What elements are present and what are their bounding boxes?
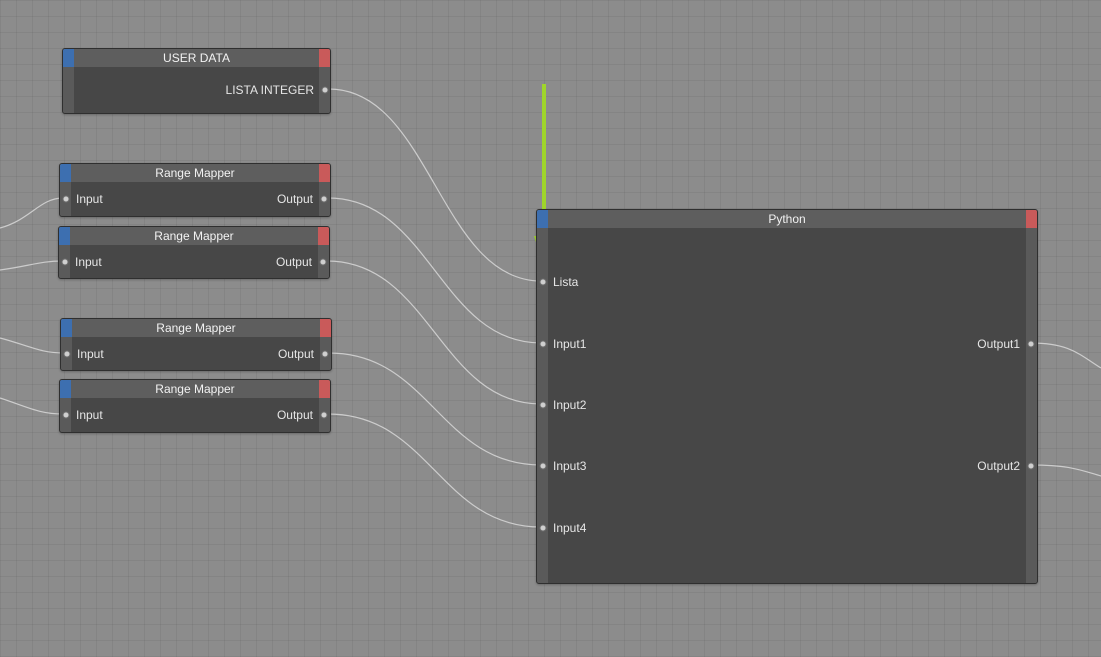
- node-title: Python: [768, 212, 806, 226]
- wire-input3[interactable]: [328, 352, 542, 466]
- input-port-column: [63, 67, 74, 113]
- output-label-output1: Output1: [977, 337, 1020, 351]
- node-title: USER DATA: [163, 51, 230, 65]
- input-tab[interactable]: [60, 164, 71, 182]
- range-mapper-header[interactable]: Range Mapper: [61, 319, 331, 337]
- wire-output2[interactable]: [1030, 464, 1101, 477]
- node-title: Range Mapper: [155, 166, 235, 180]
- range-mapper-node[interactable]: Range Mapper Input Output: [59, 163, 331, 217]
- input-label-input4: Input4: [553, 521, 587, 535]
- wire-range1-in[interactable]: [0, 197, 64, 229]
- wire-lista[interactable]: [328, 88, 542, 282]
- python-node[interactable]: Python Lista Input1 Input2 Input3 Input4…: [536, 209, 1038, 584]
- input-port-input3[interactable]: [539, 462, 547, 470]
- output-tab[interactable]: [319, 49, 330, 67]
- range-mapper-node[interactable]: Range Mapper Input Output: [60, 318, 332, 371]
- input-port-input4[interactable]: [539, 524, 547, 532]
- range-mapper-node[interactable]: Range Mapper Input Output: [59, 379, 331, 433]
- output-tab[interactable]: [320, 319, 331, 337]
- output-port[interactable]: [320, 411, 328, 419]
- input-label-lista: Lista: [553, 275, 579, 289]
- output-port[interactable]: [319, 258, 327, 266]
- wire-output1[interactable]: [1030, 342, 1101, 369]
- wire-range2-in[interactable]: [0, 260, 64, 271]
- input-port-input2[interactable]: [539, 401, 547, 409]
- output-port-label: Output: [277, 347, 314, 361]
- node-title: Range Mapper: [154, 229, 234, 243]
- output-port[interactable]: [321, 86, 329, 94]
- input-port[interactable]: [61, 258, 69, 266]
- input-port[interactable]: [62, 195, 70, 203]
- output-label-output2: Output2: [977, 459, 1020, 473]
- node-title: Range Mapper: [156, 321, 236, 335]
- python-header[interactable]: Python: [537, 210, 1037, 228]
- input-port[interactable]: [62, 411, 70, 419]
- node-title: Range Mapper: [155, 382, 235, 396]
- output-tab[interactable]: [319, 164, 330, 182]
- input-tab[interactable]: [537, 210, 548, 228]
- input-tab[interactable]: [61, 319, 72, 337]
- input-port-input1[interactable]: [539, 340, 547, 348]
- input-tab[interactable]: [60, 380, 71, 398]
- output-port-label: Output: [276, 408, 313, 422]
- range-mapper-header[interactable]: Range Mapper: [59, 227, 329, 245]
- input-label-input1: Input1: [553, 337, 587, 351]
- output-port-output1[interactable]: [1027, 340, 1035, 348]
- input-port-lista[interactable]: [539, 278, 547, 286]
- input-tab[interactable]: [59, 227, 70, 245]
- output-port-column: [1026, 228, 1037, 583]
- wire-range4-in[interactable]: [0, 397, 64, 415]
- output-port-output2[interactable]: [1027, 462, 1035, 470]
- wire-input1[interactable]: [327, 197, 542, 344]
- user-data-node[interactable]: USER DATA LISTA INTEGER: [62, 48, 331, 114]
- output-port-label: Output: [275, 255, 312, 269]
- output-tab[interactable]: [1026, 210, 1037, 228]
- input-port-label: Input: [76, 408, 103, 422]
- output-port-label: LISTA INTEGER: [225, 83, 314, 97]
- input-port-label: Input: [75, 255, 102, 269]
- output-port[interactable]: [320, 195, 328, 203]
- user-data-header[interactable]: USER DATA: [63, 49, 330, 67]
- range-mapper-header[interactable]: Range Mapper: [60, 164, 330, 182]
- input-label-input2: Input2: [553, 398, 587, 412]
- input-port-label: Input: [77, 347, 104, 361]
- input-label-input3: Input3: [553, 459, 587, 473]
- output-tab[interactable]: [318, 227, 329, 245]
- output-tab[interactable]: [319, 380, 330, 398]
- wire-range3-in[interactable]: [0, 337, 65, 354]
- input-port-label: Input: [76, 192, 103, 206]
- output-port-label: Output: [276, 192, 313, 206]
- range-mapper-node[interactable]: Range Mapper Input Output: [58, 226, 330, 279]
- output-port[interactable]: [321, 350, 329, 358]
- input-port[interactable]: [63, 350, 71, 358]
- wire-input4[interactable]: [327, 413, 542, 528]
- wire-input2[interactable]: [326, 260, 542, 405]
- input-tab[interactable]: [63, 49, 74, 67]
- range-mapper-header[interactable]: Range Mapper: [60, 380, 330, 398]
